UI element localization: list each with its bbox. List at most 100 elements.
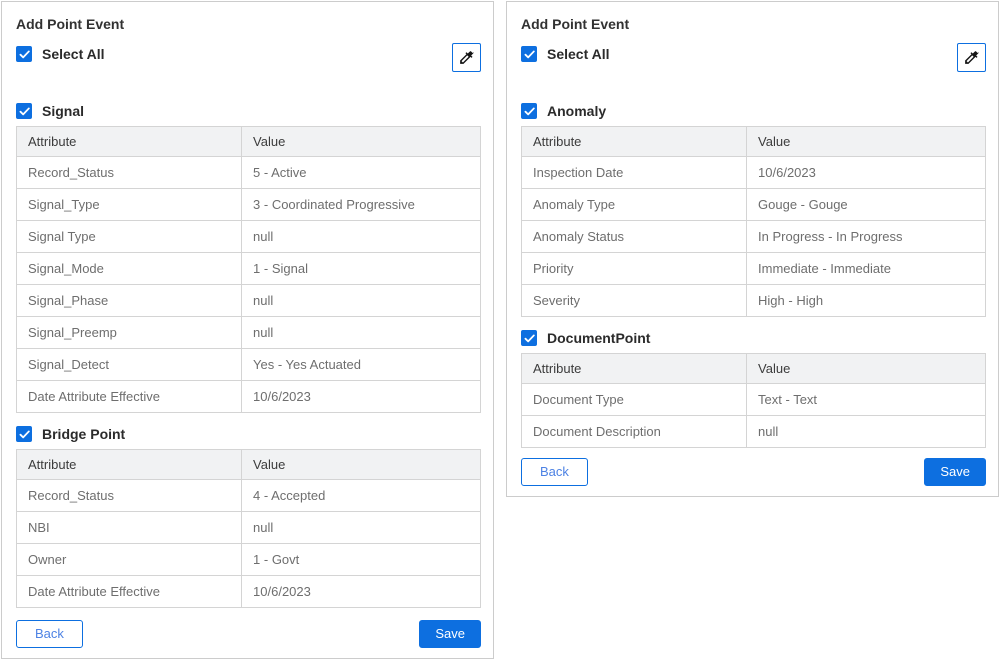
value-cell: In Progress - In Progress [747,221,986,253]
table-row: Record_Status5 - Active [17,157,481,189]
column-header-value: Value [747,127,986,157]
attribute-cell: Signal_Type [17,189,242,221]
table-row: Anomaly TypeGouge - Gouge [522,189,986,221]
value-cell: null [242,512,481,544]
table-row: Date Attribute Effective10/6/2023 [17,576,481,608]
table-row: Signal_Preempnull [17,317,481,349]
attribute-cell: Record_Status [17,157,242,189]
value-cell: null [242,317,481,349]
back-button[interactable]: Back [521,458,588,486]
back-button[interactable]: Back [16,620,83,648]
attribute-cell: Signal_Mode [17,253,242,285]
table-header-row: AttributeValue [17,450,481,480]
table-row: Signal_Mode1 - Signal [17,253,481,285]
panel-toolbar: Select All [521,46,986,72]
table-header-row: AttributeValue [522,354,986,384]
value-cell: 10/6/2023 [242,576,481,608]
table-row: Signal_DetectYes - Yes Actuated [17,349,481,381]
check-icon [524,334,535,343]
section-checkbox-bridge-point[interactable] [16,426,32,442]
section-label: Bridge Point [42,426,125,442]
value-cell: 1 - Signal [242,253,481,285]
table-row: Anomaly StatusIn Progress - In Progress [522,221,986,253]
value-cell: Text - Text [747,384,986,416]
value-cell: null [242,221,481,253]
section-checkbox-anomaly[interactable] [521,103,537,119]
check-icon [19,430,30,439]
column-header-attribute: Attribute [522,354,747,384]
attribute-cell: Document Type [522,384,747,416]
save-button[interactable]: Save [419,620,481,648]
column-header-value: Value [242,127,481,157]
table-row: Document Descriptionnull [522,416,986,448]
section-checkbox-signal[interactable] [16,103,32,119]
attributes-table: AttributeValueRecord_Status4 - AcceptedN… [16,449,481,608]
table-row: Signal Typenull [17,221,481,253]
attribute-cell: Priority [522,253,747,285]
save-button[interactable]: Save [924,458,986,486]
page: Add Point Event Select All Signal Attribute… [0,0,1000,660]
value-cell: 4 - Accepted [242,480,481,512]
section-signal: Signal AttributeValueRecord_Status5 - Act… [16,90,481,413]
attribute-cell: Date Attribute Effective [17,381,242,413]
section-checkbox-documentpoint[interactable] [521,330,537,346]
attribute-cell: Signal_Phase [17,285,242,317]
table-header-row: AttributeValue [522,127,986,157]
value-cell: 10/6/2023 [747,157,986,189]
panel-footer: Back Save [521,448,986,486]
column-header-attribute: Attribute [522,127,747,157]
table-row: Date Attribute Effective10/6/2023 [17,381,481,413]
column-header-attribute: Attribute [17,127,242,157]
eyedropper-button[interactable] [957,43,986,72]
value-cell: 3 - Coordinated Progressive [242,189,481,221]
section-label: Anomaly [547,103,606,119]
add-point-event-panel-right: Add Point Event Select All Anomaly Attribut… [506,1,999,497]
attribute-cell: Document Description [522,416,747,448]
value-cell: High - High [747,285,986,317]
table-row: Record_Status4 - Accepted [17,480,481,512]
section-documentpoint: DocumentPoint AttributeValueDocument Type… [521,317,986,448]
eyedropper-icon [458,49,475,66]
attribute-cell: Signal Type [17,221,242,253]
attribute-cell: Date Attribute Effective [17,576,242,608]
value-cell: 5 - Active [242,157,481,189]
select-all-label: Select All [42,46,105,62]
table-row: Owner1 - Govt [17,544,481,576]
attribute-cell: Signal_Detect [17,349,242,381]
section-bridge-point: Bridge Point AttributeValueRecord_Status4… [16,413,481,608]
check-icon [19,50,30,59]
eyedropper-icon [963,49,980,66]
value-cell: Immediate - Immediate [747,253,986,285]
select-all-checkbox[interactable] [521,46,537,62]
attribute-cell: Signal_Preemp [17,317,242,349]
panel-title: Add Point Event [521,16,986,32]
table-row: Document TypeText - Text [522,384,986,416]
attribute-cell: Record_Status [17,480,242,512]
column-header-attribute: Attribute [17,450,242,480]
table-row: Inspection Date10/6/2023 [522,157,986,189]
value-cell: 10/6/2023 [242,381,481,413]
attribute-cell: Anomaly Type [522,189,747,221]
attributes-table: AttributeValueRecord_Status5 - ActiveSig… [16,126,481,413]
section-label: Signal [42,103,84,119]
attribute-cell: Anomaly Status [522,221,747,253]
check-icon [524,50,535,59]
select-all-checkbox[interactable] [16,46,32,62]
value-cell: null [747,416,986,448]
column-header-value: Value [747,354,986,384]
attributes-table: AttributeValueDocument TypeText - TextDo… [521,353,986,448]
value-cell: 1 - Govt [242,544,481,576]
check-icon [524,107,535,116]
add-point-event-panel-left: Add Point EventSelect AllSignalAttribute… [1,1,494,659]
attribute-cell: Inspection Date [522,157,747,189]
check-icon [19,107,30,116]
select-all-label: Select All [547,46,610,62]
table-header-row: AttributeValue [17,127,481,157]
panel-footer: Back Save [16,610,481,648]
attribute-cell: NBI [17,512,242,544]
value-cell: Yes - Yes Actuated [242,349,481,381]
eyedropper-button[interactable] [452,43,481,72]
table-row: SeverityHigh - High [522,285,986,317]
column-header-value: Value [242,450,481,480]
section-label: DocumentPoint [547,330,650,346]
